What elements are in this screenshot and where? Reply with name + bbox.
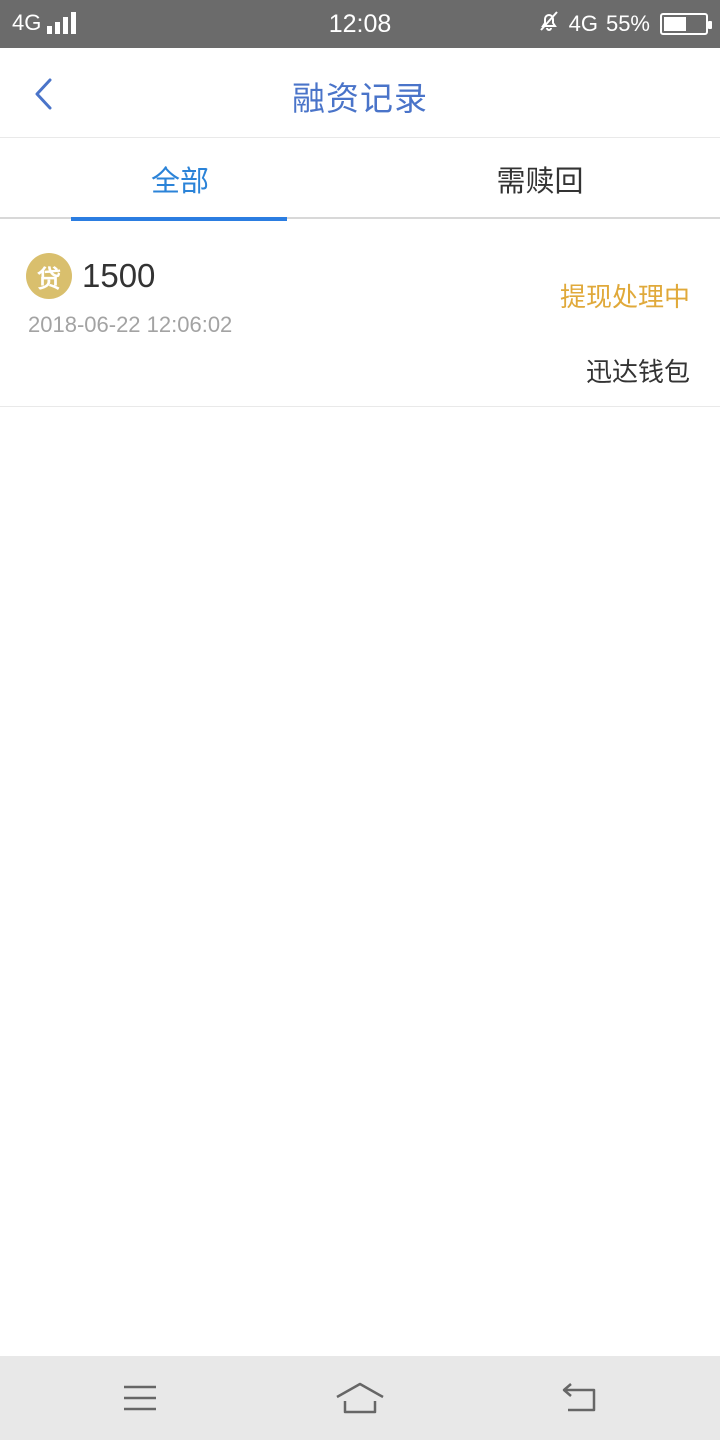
- app-header: 融资记录: [0, 48, 720, 138]
- status-right: 4G 55%: [537, 9, 712, 39]
- return-icon: [562, 1383, 596, 1412]
- record-status: 提现处理中: [559, 283, 690, 313]
- nav-home-button[interactable]: [330, 1376, 390, 1420]
- nav-back-button[interactable]: [550, 1376, 610, 1420]
- menu-icon: [124, 1385, 156, 1411]
- mute-bell-icon: [537, 9, 561, 39]
- record-wallet: 迅达钱包: [585, 358, 690, 388]
- loan-icon: 贷: [26, 253, 72, 299]
- tab-all[interactable]: 全部: [0, 139, 360, 221]
- nav-menu-button[interactable]: [110, 1376, 170, 1420]
- tab-bar: 全部 需赎回: [0, 139, 720, 221]
- financing-record-item[interactable]: 贷 1500 2018-06-22 12:06:02 提现处理中 迅达钱包: [0, 221, 720, 407]
- battery-percent: 55%: [605, 11, 650, 36]
- record-amount: 1500: [82, 257, 156, 294]
- battery-icon: [660, 13, 712, 35]
- system-nav-bar: [0, 1356, 720, 1440]
- page-title: 融资记录: [292, 79, 428, 118]
- mobile-data-label: 4G: [568, 11, 598, 36]
- tab-redeem[interactable]: 需赎回: [360, 139, 720, 219]
- record-datetime: 2018-06-22 12:06:02: [28, 312, 233, 337]
- status-bar: 4G 12:08 4G 55%: [0, 0, 720, 48]
- home-icon: [336, 1382, 384, 1414]
